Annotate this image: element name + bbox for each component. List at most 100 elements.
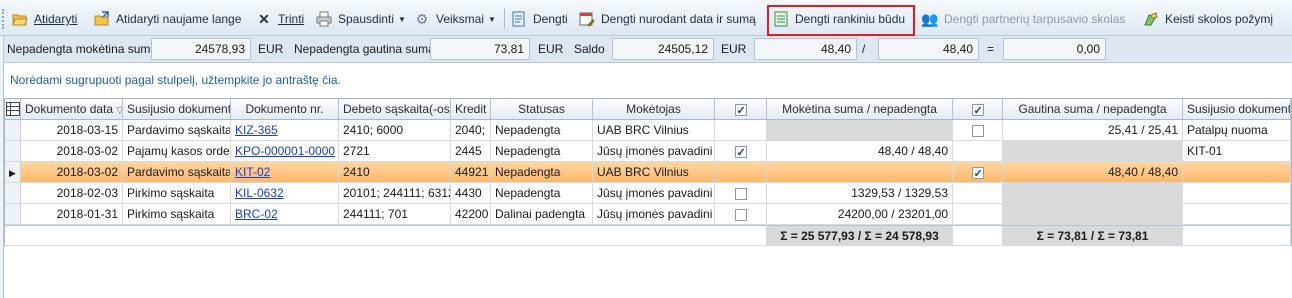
column-header-status[interactable]: Statusas xyxy=(491,99,593,120)
cell-related-doc[interactable]: Pirkimo sąskaita xyxy=(123,183,231,204)
column-chooser-button[interactable] xyxy=(5,99,21,120)
toolbar-grip[interactable] xyxy=(2,9,5,29)
cover-partners-debts-button[interactable]: 👥 Dengti partnerių tarpusavio skolas xyxy=(921,8,1125,30)
cell-date[interactable]: 2018-01-31 xyxy=(21,204,123,225)
delete-button[interactable]: ✕ Trinti xyxy=(256,8,304,30)
receivable-checkbox[interactable] xyxy=(971,124,984,137)
cell-receivable[interactable]: 25,41 / 25,41 xyxy=(1003,120,1183,141)
cell-receivable-check[interactable] xyxy=(953,183,1003,204)
cover-button[interactable]: Dengti xyxy=(511,8,568,30)
cell-debit[interactable]: 2721 xyxy=(339,141,451,162)
cell-payable-check[interactable] xyxy=(715,141,767,162)
cell-credit[interactable]: 44921 xyxy=(451,162,491,183)
row-indicator-current[interactable]: ▶ xyxy=(5,162,21,183)
cell-payable-check[interactable] xyxy=(715,120,767,141)
column-header-payable[interactable]: Mokėtina suma / nepadengta xyxy=(767,99,953,120)
actions-button[interactable]: ⚙ Veiksmai ▼ xyxy=(414,8,496,30)
header-checkbox-payable[interactable] xyxy=(734,101,747,119)
receivable-checkbox[interactable] xyxy=(971,164,984,182)
cell-receivable[interactable] xyxy=(1003,204,1183,225)
cell-payable-check[interactable] xyxy=(715,183,767,204)
cell-receivable-check[interactable] xyxy=(953,141,1003,162)
cell-related-doc-2[interactable] xyxy=(1183,162,1291,183)
print-dropdown-icon[interactable]: ▼ xyxy=(398,15,406,24)
cell-status[interactable]: Nepadengta xyxy=(491,141,593,162)
column-header-doc-nr[interactable]: Dokumento nr. xyxy=(231,99,339,120)
cell-payable[interactable]: 1329,53 / 1329,53 xyxy=(767,183,953,204)
cell-credit[interactable]: 2040; xyxy=(451,120,491,141)
open-button[interactable]: Atidaryti xyxy=(12,8,77,30)
cell-date[interactable]: 2018-03-02 xyxy=(21,141,123,162)
cell-related-doc-2[interactable]: Patalpų nuoma xyxy=(1183,120,1291,141)
cell-payer[interactable]: UAB BRC Vilnius xyxy=(593,120,715,141)
cell-debit[interactable]: 2410 xyxy=(339,162,451,183)
cell-payable[interactable] xyxy=(767,162,953,183)
column-header-related-doc-2[interactable]: Susijusio dokument xyxy=(1183,99,1291,120)
doc-nr-link[interactable]: KPO-000001-0000 xyxy=(235,144,335,158)
cell-related-doc-2[interactable] xyxy=(1183,183,1291,204)
cell-debit[interactable]: 2410; 6000 xyxy=(339,120,451,141)
open-new-window-button[interactable]: Atidaryti naujame lange xyxy=(94,8,241,30)
cell-doc-nr-link[interactable]: KIT-02 xyxy=(231,162,339,183)
cell-receivable-check[interactable] xyxy=(953,162,1003,183)
cell-related-doc-2[interactable]: KIT-01 xyxy=(1183,141,1291,162)
cell-related-doc[interactable]: Pajamų kasos orde xyxy=(123,141,231,162)
cell-status[interactable]: Nepadengta xyxy=(491,120,593,141)
cell-credit[interactable]: 42200 xyxy=(451,204,491,225)
cell-receivable[interactable]: 48,40 / 48,40 xyxy=(1003,162,1183,183)
cell-doc-nr-link[interactable]: KIZ-365 xyxy=(231,120,339,141)
cell-status[interactable]: Dalinai padengta xyxy=(491,204,593,225)
cell-related-doc[interactable]: Pardavimo sąskaita xyxy=(123,120,231,141)
column-header-date[interactable]: Dokumento data ▽ xyxy=(21,99,123,120)
cell-related-doc-2[interactable] xyxy=(1183,204,1291,225)
cell-date[interactable]: 2018-03-15 xyxy=(21,120,123,141)
cell-credit[interactable]: 4430 xyxy=(451,183,491,204)
cell-receivable[interactable] xyxy=(1003,141,1183,162)
doc-nr-link[interactable]: KIZ-365 xyxy=(235,123,278,137)
cell-payer[interactable]: UAB BRC Vilnius xyxy=(593,162,715,183)
row-indicator[interactable] xyxy=(5,204,21,225)
cell-related-doc[interactable]: Pirkimo sąskaita xyxy=(123,204,231,225)
change-debt-flag-button[interactable]: Keisti skolos požymį xyxy=(1143,8,1273,30)
cell-status[interactable]: Nepadengta xyxy=(491,162,593,183)
actions-dropdown-icon[interactable]: ▼ xyxy=(488,15,496,24)
cell-credit[interactable]: 2445 xyxy=(451,141,491,162)
column-header-payer[interactable]: Mokėtojas xyxy=(593,99,715,120)
cell-receivable-check[interactable] xyxy=(953,204,1003,225)
cover-by-date-button[interactable]: Dengti nurodant data ir sumą xyxy=(579,8,756,30)
cell-status[interactable]: Nepadengta xyxy=(491,183,593,204)
payable-checkbox[interactable] xyxy=(734,187,747,200)
cell-related-doc[interactable]: Pardavimo sąskaita xyxy=(123,162,231,183)
column-header-payable-check[interactable] xyxy=(715,99,767,120)
doc-nr-link[interactable]: BRC-02 xyxy=(235,207,278,221)
cell-date[interactable]: 2018-02-03 xyxy=(21,183,123,204)
cell-doc-nr-link[interactable]: BRC-02 xyxy=(231,204,339,225)
cell-debit[interactable]: 244111; 701 xyxy=(339,204,451,225)
cell-payable[interactable]: 48,40 / 48,40 xyxy=(767,141,953,162)
row-indicator[interactable] xyxy=(5,141,21,162)
cell-payable-check[interactable] xyxy=(715,162,767,183)
cell-receivable-check[interactable] xyxy=(953,120,1003,141)
cell-receivable[interactable] xyxy=(1003,183,1183,204)
cell-payer[interactable]: Jūsų įmonės pavadini xyxy=(593,183,715,204)
payable-checkbox[interactable] xyxy=(734,143,747,161)
doc-nr-link[interactable]: KIT-02 xyxy=(235,165,270,179)
cell-date[interactable]: 2018-03-02 xyxy=(21,162,123,183)
column-header-debit[interactable]: Debeto sąskaita(-os) xyxy=(339,99,451,120)
cell-payer[interactable]: Jūsų įmonės pavadini xyxy=(593,141,715,162)
cell-doc-nr-link[interactable]: KIL-0632 xyxy=(231,183,339,204)
row-indicator[interactable] xyxy=(5,120,21,141)
cell-payable[interactable]: 24200,00 / 23201,00 xyxy=(767,204,953,225)
doc-nr-link[interactable]: KIL-0632 xyxy=(235,186,284,200)
column-header-receivable-check[interactable] xyxy=(953,99,1003,120)
print-button[interactable]: Spausdinti ▼ xyxy=(316,8,406,30)
payable-checkbox[interactable] xyxy=(734,208,747,221)
column-header-receivable[interactable]: Gautina suma / nepadengta xyxy=(1003,99,1183,120)
cell-debit[interactable]: 20101; 244111; 6312 xyxy=(339,183,451,204)
cell-payable[interactable] xyxy=(767,120,953,141)
column-header-credit[interactable]: Kredit xyxy=(451,99,491,120)
cell-doc-nr-link[interactable]: KPO-000001-0000 xyxy=(231,141,339,162)
column-header-related-doc[interactable]: Susijusio dokument xyxy=(123,99,231,120)
row-indicator[interactable] xyxy=(5,183,21,204)
cell-payable-check[interactable] xyxy=(715,204,767,225)
